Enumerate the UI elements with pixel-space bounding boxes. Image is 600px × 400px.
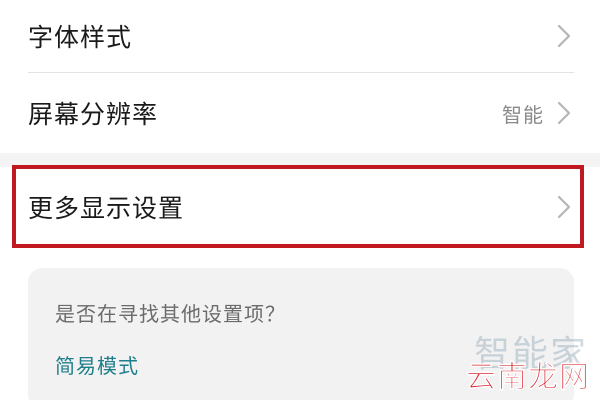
display-settings-screen: 字体样式 屏幕分辨率 智能 更多显示设置 是否在寻找其他设置项？ 简易模式 智能… — [0, 0, 600, 400]
settings-item-value: 智能 — [502, 102, 544, 127]
watermark-site-name: 云南龙网 — [466, 360, 590, 396]
settings-item-label: 屏幕分辨率 — [28, 100, 159, 129]
simple-mode-link[interactable]: 简易模式 — [55, 350, 139, 379]
settings-item-more-display-settings[interactable]: 更多显示设置 — [0, 167, 600, 247]
settings-item-font-style[interactable]: 字体样式 — [0, 0, 600, 72]
settings-item-label: 字体样式 — [28, 23, 133, 52]
chevron-right-icon — [557, 101, 571, 125]
settings-item-screen-resolution[interactable]: 屏幕分辨率 智能 — [0, 73, 600, 153]
chevron-right-icon — [557, 24, 571, 48]
settings-item-label: 更多显示设置 — [28, 194, 185, 223]
suggestion-question: 是否在寻找其他设置项？ — [55, 302, 286, 326]
section-gap — [0, 153, 600, 167]
chevron-right-icon — [557, 195, 571, 219]
